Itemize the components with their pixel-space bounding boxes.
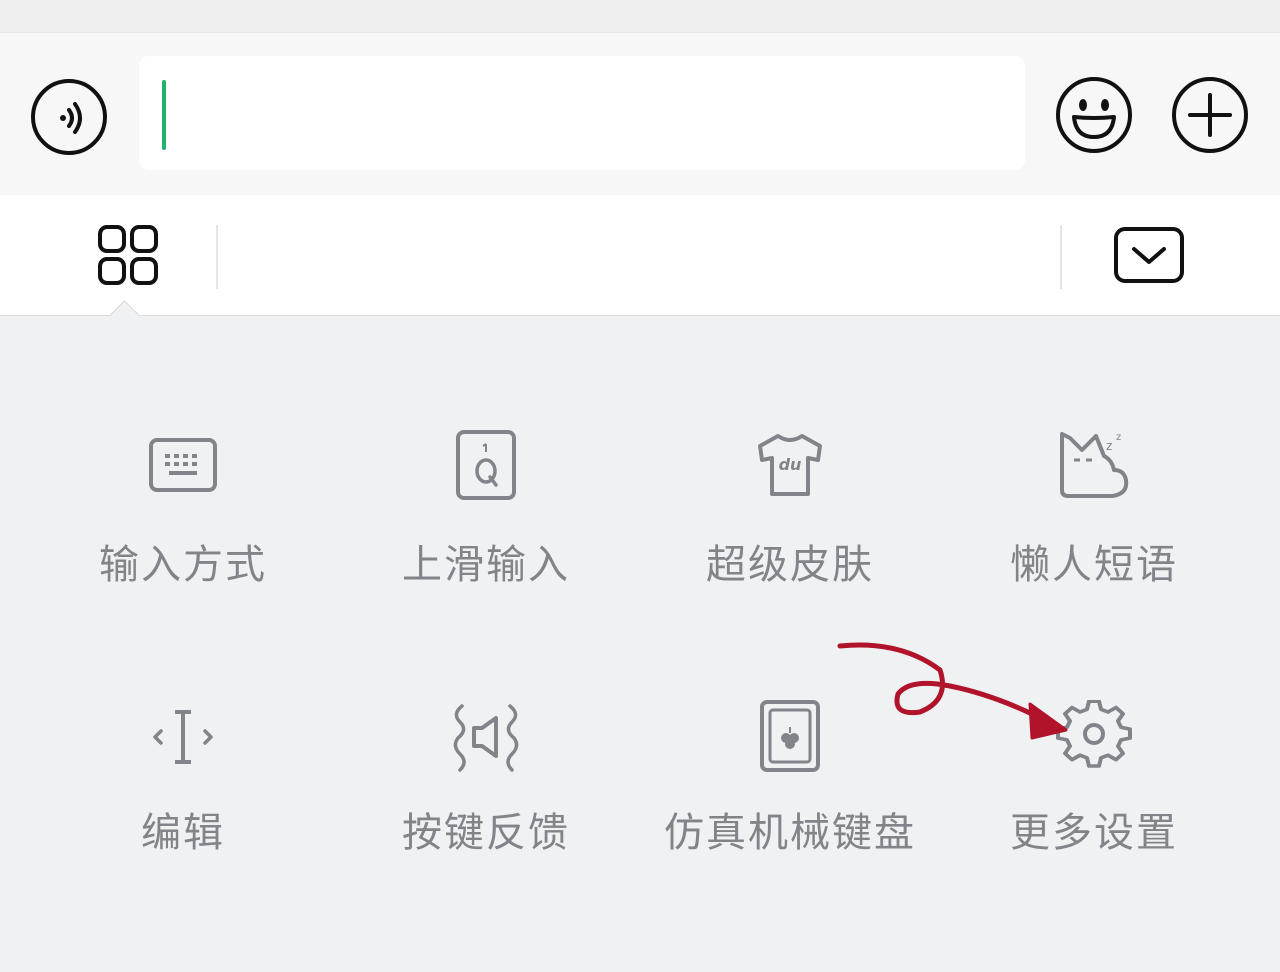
- tile-edit[interactable]: 编辑: [33, 316, 333, 856]
- plus-button[interactable]: [1170, 75, 1250, 155]
- tile-label: 懒人短语: [1010, 542, 1178, 588]
- tile-label: 输入方式: [99, 542, 267, 588]
- message-input[interactable]: [139, 56, 1025, 170]
- toolbar-divider-right: [1060, 225, 1062, 289]
- input-bar: [0, 32, 1280, 196]
- plus-icon: [1172, 77, 1248, 153]
- grid-menu-button[interactable]: [92, 223, 166, 289]
- text-caret: [162, 80, 166, 150]
- tile-label: 更多设置: [1010, 810, 1178, 856]
- tile-mechanical-keyboard[interactable]: 仿真机械键盘: [640, 316, 940, 856]
- tile-more-settings[interactable]: 更多设置: [944, 316, 1244, 856]
- cursor-edit-icon: [145, 700, 221, 776]
- tile-label: 超级皮肤: [706, 542, 874, 588]
- function-panel: 输入方式 上滑输入 du 超级皮肤 z z 懒人短语 编辑 按键反馈 仿真机械键…: [0, 316, 1280, 972]
- voice-icon: [31, 79, 107, 155]
- top-strip: [0, 0, 1280, 32]
- keyboard-screen: 输入方式 上滑输入 du 超级皮肤 z z 懒人短语 编辑 按键反馈 仿真机械键…: [0, 0, 1280, 972]
- toolbar-divider-left: [216, 225, 218, 289]
- grid-menu-icon: [98, 225, 158, 285]
- emoji-icon: [1056, 77, 1132, 153]
- tile-label: 编辑: [141, 810, 225, 856]
- mechanical-keyboard-icon: [752, 700, 828, 776]
- tile-label: 按键反馈: [402, 810, 570, 856]
- gear-icon: [1056, 700, 1132, 776]
- tile-key-feedback[interactable]: 按键反馈: [336, 316, 636, 856]
- collapse-keyboard-button[interactable]: [1110, 225, 1190, 285]
- emoji-button[interactable]: [1054, 75, 1134, 155]
- voice-button[interactable]: [29, 77, 109, 157]
- keyboard-toolbar: [0, 195, 1280, 316]
- keyboard-collapse-icon: [1114, 227, 1184, 283]
- tile-label: 上滑输入: [402, 542, 570, 588]
- key-feedback-icon: [448, 700, 524, 776]
- tile-label: 仿真机械键盘: [664, 810, 916, 856]
